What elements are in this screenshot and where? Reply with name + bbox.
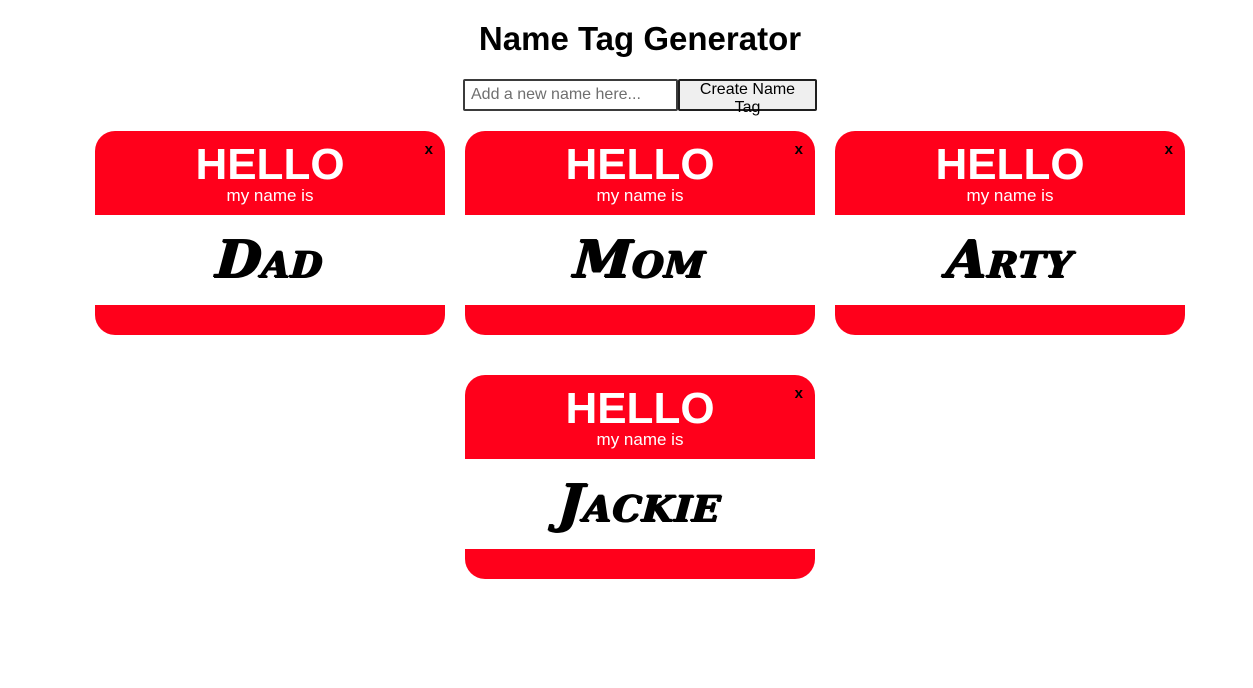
name-tag: HELLO my name is x Dad	[95, 131, 445, 335]
tag-close-button[interactable]: x	[1165, 141, 1173, 159]
page-title: Name Tag Generator	[478, 20, 802, 57]
tag-close-button[interactable]: x	[795, 385, 803, 403]
tag-name-area: Dad	[95, 215, 445, 305]
tag-name-area: Jackie	[465, 459, 815, 549]
tag-hello-text: HELLO	[935, 140, 1085, 189]
name-tag: HELLO my name is x Mom	[465, 131, 815, 335]
create-name-tag-button[interactable]: Create Name Tag	[678, 79, 817, 116]
tag-name: Dad	[214, 229, 326, 290]
name-input[interactable]	[463, 79, 678, 111]
app-root: Name Tag Generator Create Name Tag HELLO…	[0, 0, 1253, 688]
tag-subtitle: my name is	[226, 186, 314, 205]
tag-close-button[interactable]: x	[795, 141, 803, 159]
tag-hello-text: HELLO	[565, 384, 715, 433]
tag-name: Jackie	[556, 473, 724, 534]
tag-subtitle: my name is	[596, 186, 684, 205]
tag-subtitle: my name is	[966, 186, 1054, 205]
tag-name-area: Mom	[465, 215, 815, 305]
tag-hello-text: HELLO	[195, 140, 345, 189]
name-tag: HELLO my name is x Jackie	[465, 375, 815, 579]
tag-hello-text: HELLO	[565, 140, 715, 189]
tag-subtitle: my name is	[596, 430, 684, 449]
tag-name: Mom	[572, 229, 709, 290]
name-tag: HELLO my name is x Arty	[835, 131, 1185, 335]
tag-close-button[interactable]: x	[425, 141, 433, 159]
tag-name-area: Arty	[835, 215, 1185, 305]
name-tag-form: Create Name Tag	[463, 79, 817, 116]
tag-name: Arty	[944, 229, 1076, 290]
